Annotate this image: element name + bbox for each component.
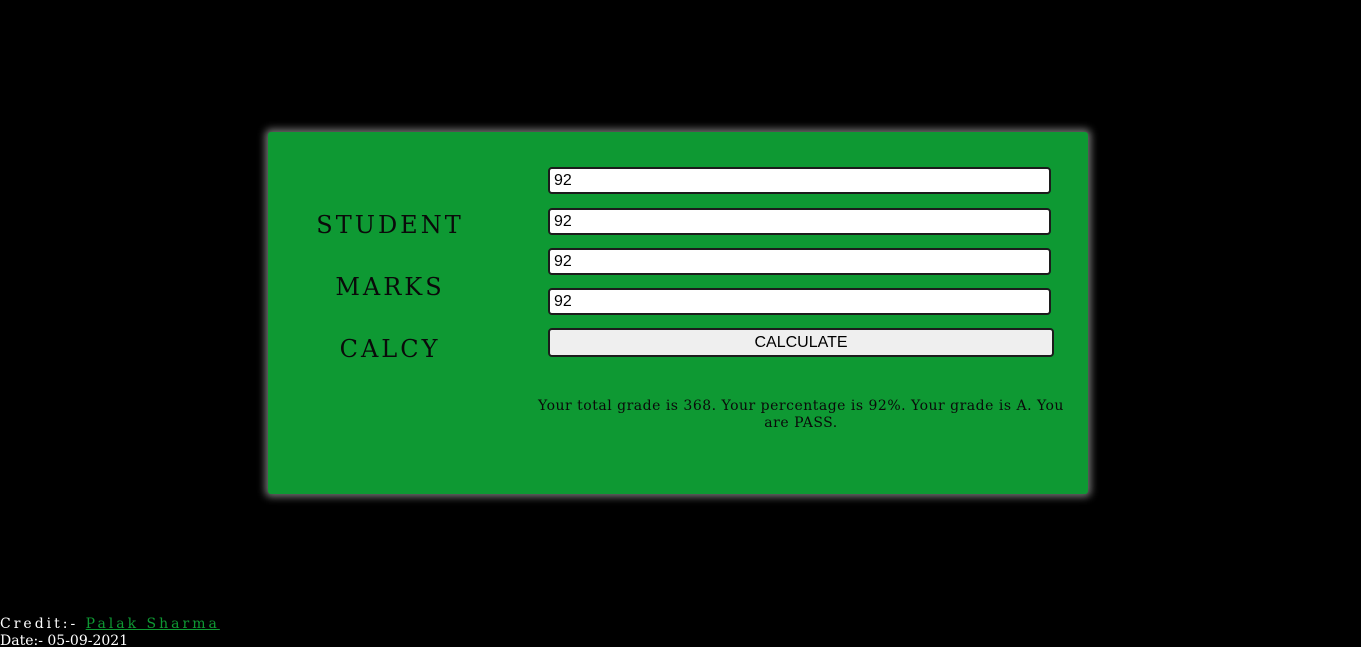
author-link[interactable]: Palak Sharma — [86, 616, 220, 632]
date-text: Date:- 05-09-2021 — [0, 633, 129, 647]
mark-input-2[interactable] — [548, 208, 1051, 235]
mark-input-3[interactable] — [548, 248, 1051, 275]
credit-label: Credit:- — [0, 616, 86, 632]
footer: Credit:- Palak Sharma Date:- 05-09-2021 — [0, 615, 220, 647]
title-line-marks: MARKS — [335, 273, 445, 301]
app-title: STUDENT MARKS CALCY — [268, 194, 512, 380]
calculator-card: STUDENT MARKS CALCY CALCULATE Your total… — [268, 132, 1088, 494]
calculate-button[interactable]: CALCULATE — [548, 328, 1054, 357]
credit-line: Credit:- Palak Sharma — [0, 615, 220, 633]
result-text: Your total grade is 368. Your percentage… — [538, 398, 1064, 431]
title-line-student: STUDENT — [316, 211, 464, 239]
mark-input-4[interactable] — [548, 288, 1051, 315]
title-line-calcy: CALCY — [339, 335, 441, 363]
mark-input-1[interactable] — [548, 167, 1051, 194]
